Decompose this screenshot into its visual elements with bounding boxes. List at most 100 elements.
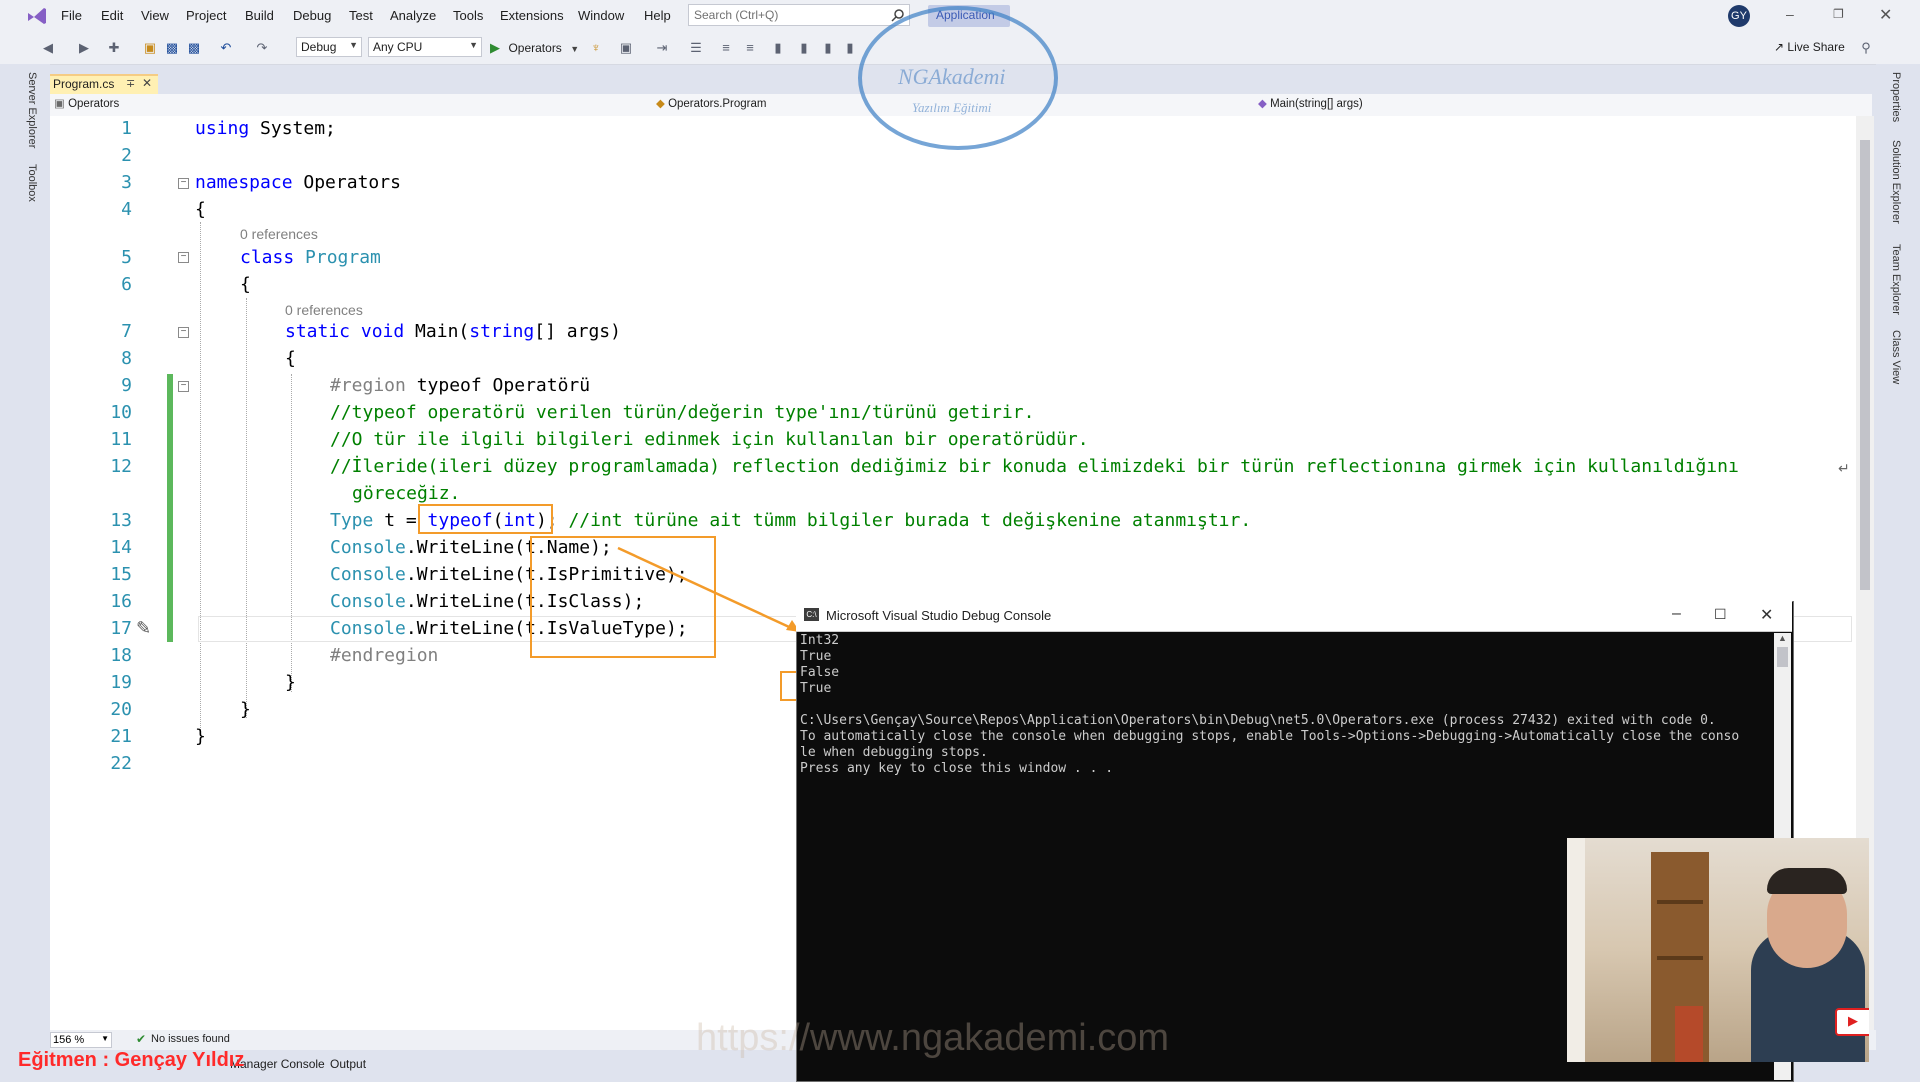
menu-window[interactable]: Window: [578, 8, 624, 23]
forward-icon[interactable]: ▶: [76, 40, 92, 56]
trainer-caption: Eğitmen : Gençay Yıldız: [18, 1049, 245, 1071]
issues-status[interactable]: No issues found: [151, 1033, 230, 1045]
console-line: To automatically close the console when …: [800, 729, 1740, 744]
team-explorer-tab[interactable]: Team Explorer: [1890, 244, 1902, 315]
menu-view[interactable]: View: [141, 8, 169, 23]
console-line: C:\Users\Gençay\Source\Repos\Application…: [800, 713, 1716, 728]
menu-build[interactable]: Build: [245, 8, 274, 23]
line-number: 15: [110, 564, 132, 585]
solution-explorer-tab[interactable]: Solution Explorer: [1890, 140, 1902, 224]
minimize-icon[interactable]: –: [1672, 605, 1681, 623]
toolbox-tab[interactable]: Toolbox: [26, 164, 38, 202]
collapse-icon[interactable]: −: [178, 381, 189, 392]
class-view-tab[interactable]: Class View: [1890, 330, 1902, 384]
zoom-select[interactable]: 156 % ▼: [50, 1032, 112, 1048]
word-wrap-icon: ↵: [1838, 460, 1850, 476]
line-number: 17: [110, 618, 132, 639]
scrollbar-thumb[interactable]: [1777, 647, 1788, 667]
bookmark-icon[interactable]: ▮: [770, 40, 786, 56]
avatar[interactable]: GY: [1728, 5, 1750, 27]
line-number: 2: [121, 145, 132, 166]
typeof-highlight-box: [418, 504, 553, 534]
undo-icon[interactable]: ↶: [218, 40, 234, 56]
visual-studio-logo-icon: [28, 8, 46, 24]
line-number: 11: [110, 429, 132, 450]
menu-extensions[interactable]: Extensions: [500, 8, 564, 23]
annotation-arrow: [617, 546, 801, 634]
code-line-12-wrap: göreceğiz.: [352, 483, 461, 504]
menu-analyze[interactable]: Analyze: [390, 8, 436, 23]
feedback-icon[interactable]: ⚲: [1858, 40, 1874, 56]
code-line-12: //İleride(ileri düzey programlamada) ref…: [330, 456, 1739, 477]
code-line-19: }: [285, 672, 296, 693]
redo-icon[interactable]: ↷: [254, 40, 270, 56]
line-number: 10: [110, 402, 132, 423]
uncomment-icon[interactable]: ≡: [742, 40, 758, 56]
logo-tagline: Yazılım Eğitimi: [912, 100, 992, 115]
close-tab-icon[interactable]: ✕: [142, 76, 152, 90]
console-app-icon: C:\: [804, 608, 819, 621]
live-share-button[interactable]: ↗ Live Share: [1774, 40, 1845, 54]
indent-guide: [200, 222, 201, 742]
line-number: 1: [121, 118, 132, 139]
code-line-3: namespace Operators: [195, 172, 401, 193]
console-line: Int32: [800, 633, 840, 648]
menu-debug[interactable]: Debug: [293, 8, 331, 23]
hierarchy-icon[interactable]: ☰: [688, 40, 704, 56]
tab-program-cs[interactable]: Program.cs ∓ ✕: [50, 74, 158, 94]
scrollbar-thumb[interactable]: [1860, 140, 1870, 590]
pin-icon[interactable]: ∓: [126, 77, 135, 90]
close-icon[interactable]: ✕: [1760, 605, 1773, 625]
next-bookmark-icon[interactable]: ▮: [820, 40, 836, 56]
code-line-4: {: [195, 199, 206, 220]
codelens-references[interactable]: 0 references: [240, 226, 318, 242]
line-number: 22: [110, 753, 132, 774]
code-line-5: class Program: [240, 247, 381, 268]
server-explorer-tab[interactable]: Server Explorer: [26, 72, 38, 148]
scroll-up-icon[interactable]: ▲: [1778, 633, 1787, 643]
line-number: 4: [121, 199, 132, 220]
configuration-select[interactable]: Debug ▼: [296, 37, 362, 57]
open-folder-icon[interactable]: ▣: [142, 40, 158, 56]
collapse-icon[interactable]: −: [178, 327, 189, 338]
code-cleanup-icon[interactable]: ✎: [136, 618, 151, 639]
project-dropdown[interactable]: ▣ Operators: [54, 96, 654, 113]
logo-wordmark: NGAkademi: [897, 64, 1006, 89]
csharp-project-icon: ▣: [54, 98, 65, 110]
close-icon[interactable]: ✕: [1879, 5, 1892, 25]
menu-test[interactable]: Test: [349, 8, 373, 23]
line-number: 14: [110, 537, 132, 558]
tab-output[interactable]: Output: [330, 1057, 366, 1071]
maximize-icon[interactable]: ☐: [1714, 606, 1727, 623]
debug-console-titlebar[interactable]: C:\ Microsoft Visual Studio Debug Consol…: [796, 601, 1792, 632]
line-number: 7: [121, 321, 132, 342]
prev-bookmark-icon[interactable]: ▮: [796, 40, 812, 56]
menu-file[interactable]: File: [61, 8, 82, 23]
save-icon[interactable]: ▩: [164, 40, 180, 56]
line-number: 20: [110, 699, 132, 720]
menu-edit[interactable]: Edit: [101, 8, 123, 23]
restore-icon[interactable]: ❐: [1833, 7, 1844, 21]
step-icon[interactable]: ⇥: [654, 40, 670, 56]
collapse-icon[interactable]: −: [178, 178, 189, 189]
new-project-icon[interactable]: ✚: [106, 40, 122, 56]
minimize-icon[interactable]: –: [1786, 6, 1794, 22]
properties-tab[interactable]: Properties: [1890, 72, 1902, 122]
start-debugging-button[interactable]: ▶ Operators ▼: [490, 39, 579, 57]
share-icon: ↗: [1774, 40, 1785, 54]
code-line-18: #endregion: [330, 645, 439, 666]
collapse-icon[interactable]: −: [178, 252, 189, 263]
menu-tools[interactable]: Tools: [453, 8, 483, 23]
indent-guide: [291, 374, 292, 692]
hot-reload-icon[interactable]: ♆: [588, 40, 604, 56]
member-dropdown[interactable]: ◆ Main(string[] args): [1258, 96, 1858, 113]
back-icon[interactable]: ◀: [40, 40, 56, 56]
menu-help[interactable]: Help: [644, 8, 671, 23]
ngakademi-logo-watermark: NGAkademi Yazılım Eğitimi: [858, 6, 1058, 150]
comment-icon[interactable]: ≡: [718, 40, 734, 56]
platform-select[interactable]: Any CPU ▼: [368, 37, 482, 57]
menu-project[interactable]: Project: [186, 8, 226, 23]
screenshot-icon[interactable]: ▣: [618, 40, 634, 56]
codelens-references[interactable]: 0 references: [285, 302, 363, 318]
save-all-icon[interactable]: ▩: [186, 40, 202, 56]
